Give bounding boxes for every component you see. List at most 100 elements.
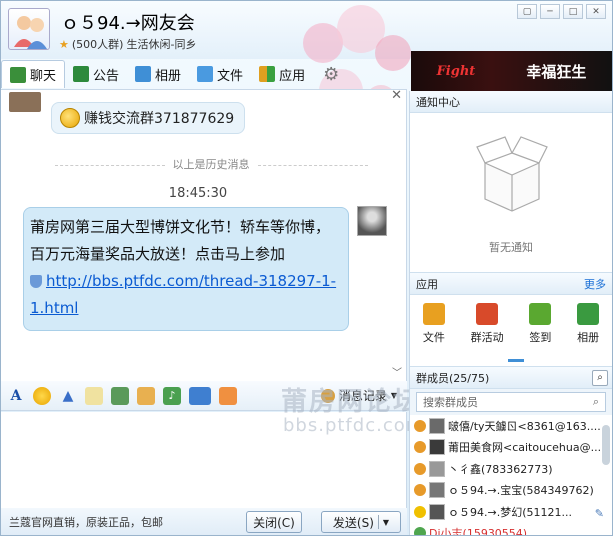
bottom-bar: 兰蔻官网直销，原装正品，包邮 关闭(C) 发送(S) ▼ — [1, 508, 407, 535]
avatar — [429, 460, 445, 477]
list-item[interactable]: 啵僖/ty天鐪ㄖ<8361@163.... — [410, 415, 612, 437]
app-label: 相册 — [577, 331, 600, 344]
search-icon[interactable]: ⌕ — [593, 395, 599, 409]
maximize-button[interactable]: □ — [563, 4, 583, 19]
chevron-down-icon[interactable]: ▼ — [383, 518, 389, 527]
send-button[interactable]: 发送(S) ▼ — [321, 511, 401, 533]
group-subline: ★ (500人群) 生活休闲-同乡 — [59, 36, 196, 52]
tab-apps[interactable]: 应用 — [251, 60, 313, 88]
restore-icon: ▢ — [522, 6, 532, 17]
banner-logo: Fight — [436, 63, 476, 79]
notice-title: 通知中心 — [416, 95, 460, 109]
message-link[interactable]: http://bbs.ptfdc.com/thread-318297-1-1.h… — [30, 272, 336, 317]
star-icon — [414, 505, 426, 518]
scrollbar[interactable] — [602, 425, 610, 465]
app-label: 群活动 — [470, 331, 504, 344]
close-button[interactable]: ✕ — [586, 4, 606, 19]
close-chat-button[interactable]: 关闭(C) — [246, 511, 302, 533]
member-name: ｏ５94.→.宝宝(584349762) — [448, 484, 594, 498]
avatar — [429, 503, 445, 520]
history-divider: 以上是历史消息 — [31, 156, 391, 172]
list-item[interactable]: 丶彳鑫(783362773) — [410, 458, 612, 480]
tab-label: 聊天 — [30, 69, 57, 84]
app-files[interactable]: 文件 — [422, 303, 445, 345]
app-label: 签到 — [529, 331, 552, 344]
admin-icon — [414, 441, 426, 454]
member-search-placeholder: 搜索群成员 — [423, 396, 478, 409]
member-name: ｏ５94.→.梦幻(51121... — [448, 505, 572, 519]
send-button-label: 发送(S) — [332, 515, 374, 530]
screenshot-icon[interactable] — [189, 386, 211, 405]
app-album[interactable]: 相册 — [577, 303, 600, 345]
tab-label: 公告 — [93, 68, 120, 84]
shield-icon — [30, 275, 42, 288]
apps-grid: 文件 群活动 签到 相册 — [410, 295, 612, 367]
chevron-down-icon[interactable]: ﹀ — [392, 364, 402, 379]
gear-icon[interactable]: ⚙ — [323, 64, 339, 85]
minimize-icon: ─ — [547, 6, 553, 17]
banner-text: 幸福狂生 — [526, 62, 587, 81]
empty-notice-text: 暂无通知 — [489, 241, 533, 254]
member-list[interactable]: 啵僖/ty天鐪ㄖ<8361@163.... 莆田美食网<caitoucehua@… — [410, 415, 612, 536]
watermark: bbs.ptfdc.com — [283, 415, 425, 436]
image-icon[interactable] — [111, 386, 129, 405]
maximize-icon: □ — [568, 6, 578, 17]
minimize-button[interactable]: ─ — [540, 4, 560, 19]
edit-icon[interactable]: ✎ — [595, 507, 604, 520]
more-link[interactable]: 更多 — [584, 276, 606, 292]
search-icon[interactable]: ⌕ — [592, 369, 608, 386]
photo-icon — [135, 66, 152, 82]
folder-icon — [197, 66, 214, 82]
doc-icon[interactable] — [137, 386, 155, 405]
app-activity[interactable]: 群活动 — [471, 303, 504, 345]
member-name: Dj小志(15930554) — [429, 527, 528, 536]
app-label: 文件 — [422, 331, 445, 344]
group-category: 生活休闲-同乡 — [126, 38, 197, 51]
notice-header: 通知中心 — [410, 91, 612, 113]
promo-link[interactable]: 兰蔻官网直销，原装正品，包邮 — [1, 514, 163, 530]
bell-icon[interactable]: ▲ — [59, 387, 77, 405]
member-name: 丶彳鑫(783362773) — [448, 462, 553, 476]
chat-history[interactable]: ✕ 赚钱交流群371877629 以上是历史消息 18:45:30 莆房网第三届… — [1, 89, 407, 381]
admin-icon — [414, 484, 426, 497]
tab-files[interactable]: 文件 — [189, 60, 251, 88]
avatar — [429, 482, 445, 499]
tab-label: 应用 — [279, 68, 306, 84]
history-message-bubble: 赚钱交流群371877629 — [51, 102, 246, 134]
font-icon[interactable]: A — [7, 387, 25, 405]
star-icon: ★ — [59, 37, 69, 51]
watermark: 莆房网论坛 — [281, 387, 422, 417]
music-icon[interactable]: ♪ — [163, 386, 181, 405]
note-icon[interactable] — [85, 386, 103, 405]
members-title: 群成员(25/75) — [416, 371, 490, 385]
app-checkin[interactable]: 签到 — [529, 303, 552, 345]
magic-icon[interactable] — [219, 386, 237, 405]
restore-button[interactable]: ▢ — [517, 4, 537, 19]
admin-icon — [414, 419, 426, 432]
main-toolbar: 聊天 公告 相册 文件 应用 ⚙ — [1, 59, 409, 89]
ad-banner[interactable]: Fight 幸福狂生 — [411, 51, 612, 91]
history-message-text: 赚钱交流群371877629 — [84, 111, 235, 127]
tab-notice[interactable]: 公告 — [65, 60, 127, 88]
right-panel: 通知中心 暂无通知 应用 更多 文件 群活动 签到 相册 群成员(25/75) … — [409, 91, 612, 536]
avatar — [429, 417, 445, 434]
emoji-icon[interactable] — [33, 386, 51, 405]
chat-window: ｏ５94.→网友会 ★ (500人群) 生活休闲-同乡 ▢ ─ □ ✕ 聊天 公… — [0, 0, 613, 536]
list-item[interactable]: Dj小志(15930554) — [410, 523, 612, 536]
avatar[interactable] — [9, 92, 41, 112]
avatar[interactable] — [357, 206, 387, 236]
group-avatar[interactable] — [8, 8, 50, 50]
list-item[interactable]: ｏ５94.→.梦幻(51121... — [410, 501, 612, 523]
folder-icon — [422, 303, 445, 325]
tab-chat[interactable]: 聊天 — [1, 60, 66, 88]
member-search-input[interactable]: 搜索群成员 ⌕ — [416, 392, 606, 412]
tab-album[interactable]: 相册 — [127, 60, 189, 88]
list-item[interactable]: ｏ５94.→.宝宝(584349762) — [410, 480, 612, 502]
apps-title: 应用 — [416, 277, 438, 291]
list-item[interactable]: 莆田美食网<caitoucehua@... — [410, 437, 612, 459]
close-icon[interactable]: ✕ — [391, 90, 402, 103]
flag-icon — [476, 303, 499, 325]
message-text: 莆房网第三届大型博饼文化节！轿车等你博，百万元海量奖品大放送！点击马上参加 — [30, 218, 331, 263]
online-icon — [414, 527, 426, 535]
avatar — [429, 439, 445, 456]
